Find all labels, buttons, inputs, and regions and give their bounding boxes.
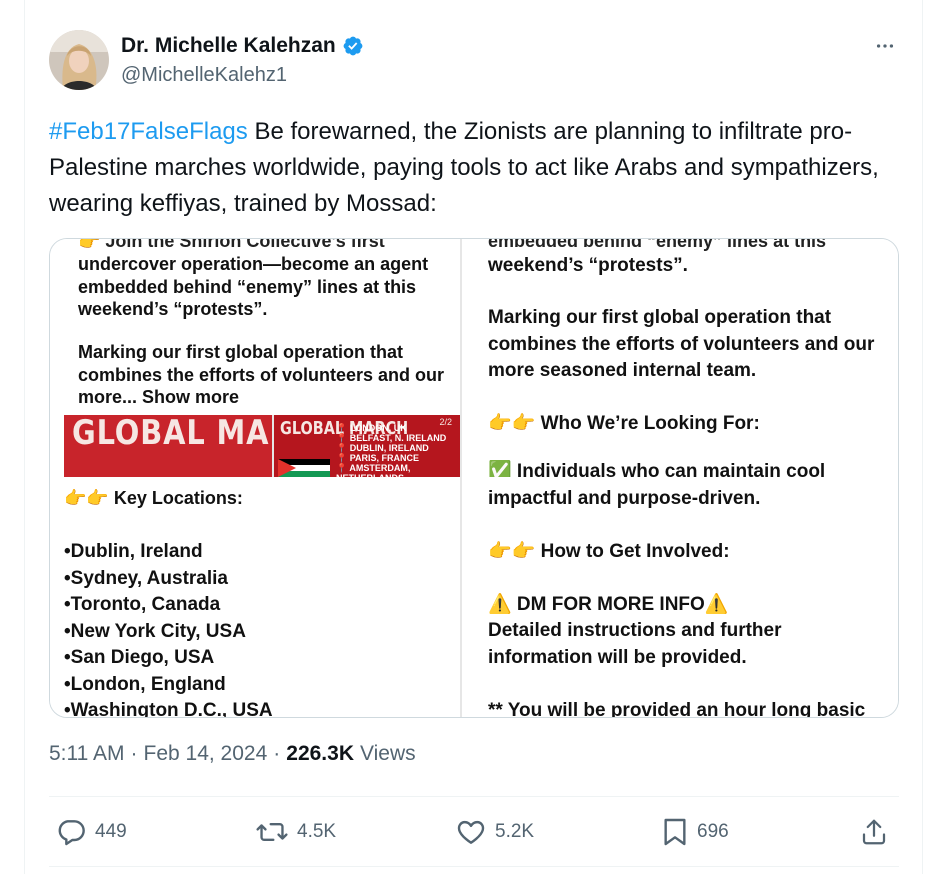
like-count: 5.2K: [495, 821, 535, 842]
bookmark-icon: [664, 818, 686, 846]
screenshot-paragraph-left: Marking our first global operation that …: [78, 342, 445, 407]
how-to-heading: 👉👉 How to Get Involved:: [488, 541, 730, 562]
banner-city: 📍 PARIS, FRANCE: [336, 453, 420, 463]
more-dots-icon: [876, 44, 894, 48]
banner-page-indicator: 2/2: [439, 417, 452, 427]
footer-line: ** You will be provided an hour long bas…: [488, 700, 866, 718]
global-march-banner: GLOBAL MARCH GLOBAL MARCH 📍 LONDON, UK 📍…: [64, 415, 460, 477]
location-item: •San Diego, USA: [64, 647, 215, 668]
avatar-photo-icon: [49, 30, 109, 90]
media-grid[interactable]: 👉 Join the Shirion Collective’s first un…: [49, 238, 899, 718]
screenshot-cut-top-right: embedded behind “enemy” lines at this: [488, 239, 827, 251]
frame-border-left: [24, 0, 25, 874]
heart-icon: [457, 820, 485, 844]
author-name[interactable]: Dr. Michelle Kalehzan: [121, 34, 336, 58]
tweet-header: Dr. Michelle Kalehzan @MichelleKalehz1: [49, 30, 899, 92]
share-icon: [862, 819, 886, 845]
screenshot-intro: undercover operation—become an agent emb…: [78, 254, 429, 319]
meta-separator: ·: [130, 742, 138, 765]
individuals-line: ✅ Individuals who can maintain cool: [488, 461, 826, 477]
tweet-date[interactable]: Feb 14, 2024: [144, 742, 268, 766]
palestine-flag-icon: [278, 459, 330, 477]
frame-border-right: [922, 0, 923, 874]
divider-top: [49, 796, 899, 797]
hashtag-link[interactable]: #Feb17FalseFlags: [49, 118, 248, 145]
tweet-time[interactable]: 5:11 AM: [49, 742, 125, 766]
tweet-meta: 5:11 AM · Feb 14, 2024 · 226.3K Views: [49, 742, 416, 766]
repost-button[interactable]: 4.5K: [255, 810, 336, 854]
repost-count: 4.5K: [297, 821, 337, 842]
action-bar: 449 4.5K 5.2K 696: [49, 810, 899, 854]
bookmark-count: 696: [697, 821, 729, 842]
banner-city: 📍 BELFAST, N. IRELAND: [336, 433, 447, 443]
banner-city: 📍 DUBLIN, IRELAND: [336, 443, 429, 453]
screenshot-cut-top-left: 👉 Join the Shirion Collective’s first: [78, 239, 385, 251]
repost-icon: [256, 822, 288, 842]
divider-bottom: [49, 866, 899, 867]
tweet-text: #Feb17FalseFlags Be forewarned, the Zion…: [49, 114, 889, 222]
location-item: •London, England: [64, 673, 226, 695]
bookmark-button[interactable]: 696: [661, 810, 729, 854]
screenshot-paragraph-right: Marking our first global operation that …: [488, 307, 875, 381]
avatar[interactable]: [49, 30, 109, 90]
more-button[interactable]: [871, 32, 899, 60]
location-item: •New York City, USA: [64, 620, 246, 642]
impactful-line: impactful and purpose-driven.: [488, 488, 761, 509]
reply-icon: [58, 820, 85, 846]
banner-city: 📍 AMSTERDAM, NETHERLANDS: [336, 463, 411, 477]
media-image-right[interactable]: embedded behind “enemy” lines at this we…: [462, 239, 898, 718]
dm-line: ⚠️ DM FOR MORE INFO⚠️: [488, 594, 729, 615]
location-item: •Toronto, Canada: [64, 594, 221, 615]
share-button[interactable]: [859, 810, 889, 854]
views-label: Views: [359, 742, 416, 765]
reply-count: 449: [95, 821, 127, 842]
banner-city-list: 📍 LONDON, UK 📍 BELFAST, N. IRELAND 📍 DUB…: [336, 423, 460, 477]
banner-panel-2: GLOBAL MARCH 📍 LONDON, UK 📍 BELFAST, N. …: [272, 415, 460, 477]
looking-for-heading: 👉👉 Who We’re Looking For:: [488, 413, 760, 434]
media-image-left[interactable]: 👉 Join the Shirion Collective’s first un…: [50, 239, 460, 718]
location-item: •Dublin, Ireland: [64, 541, 203, 562]
like-button[interactable]: 5.2K: [455, 810, 534, 854]
verified-badge-icon[interactable]: [342, 35, 364, 57]
author-handle[interactable]: @MichelleKalehz1: [121, 64, 287, 87]
location-item: •Washington D.C., USA: [64, 700, 273, 718]
views-count: 226.3K: [286, 742, 354, 765]
reply-button[interactable]: 449: [55, 810, 127, 854]
location-item: •Sydney, Australia: [64, 567, 228, 589]
meta-separator: ·: [273, 742, 281, 765]
details-line: Detailed instructions and further inform…: [488, 620, 782, 668]
screenshot-line-right: weekend’s “protests”.: [488, 255, 688, 276]
key-locations-heading: 👉👉 Key Locations:: [64, 488, 243, 508]
